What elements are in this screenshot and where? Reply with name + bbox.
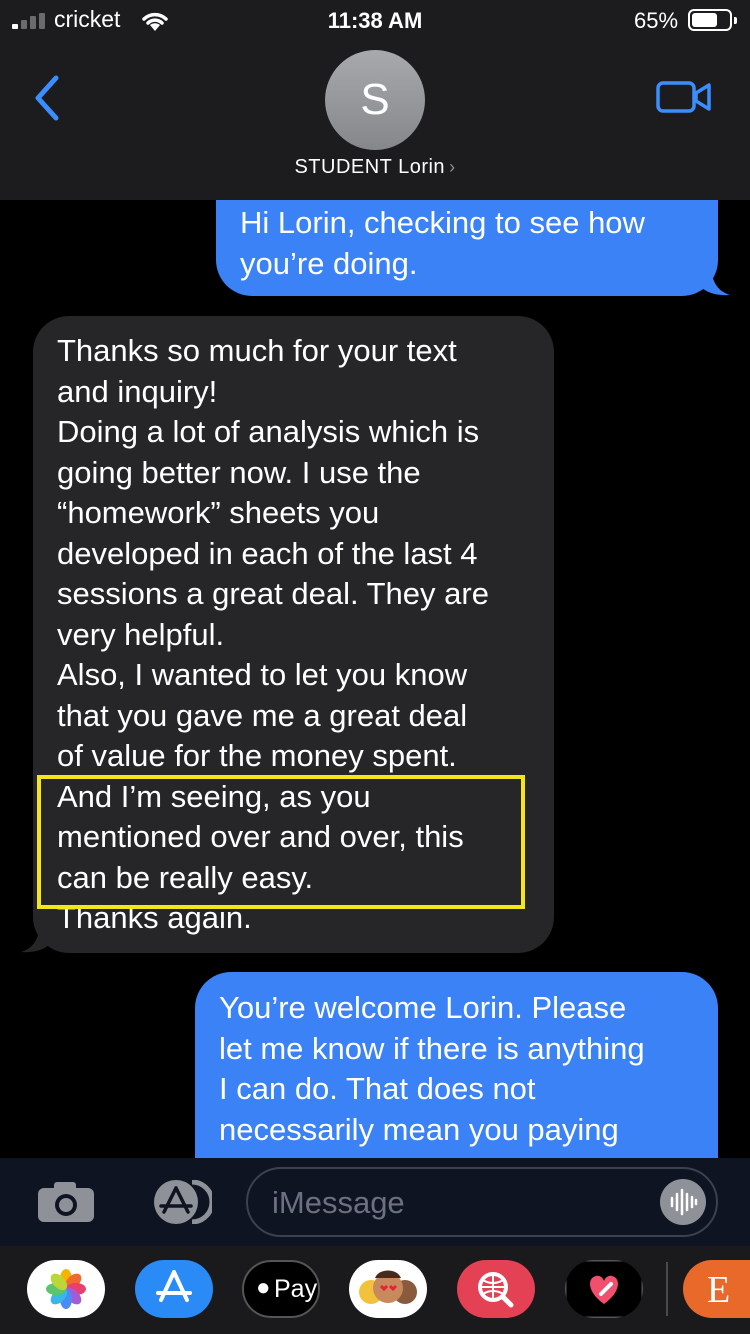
video-call-icon[interactable] xyxy=(656,80,712,114)
input-placeholder: iMessage xyxy=(272,1185,405,1220)
sent-message-bubble[interactable]: You’re welcome Lorin. Please let me know… xyxy=(195,972,718,1162)
bubble-tail xyxy=(21,927,51,953)
back-chevron-icon[interactable] xyxy=(26,72,66,124)
message-line: let me know if there is anything xyxy=(219,1030,645,1066)
contact-name: STUDENT Lorin xyxy=(294,156,446,178)
camera-icon[interactable] xyxy=(36,1180,96,1224)
digital-touch-icon[interactable] xyxy=(565,1260,643,1318)
message-line: necessarily mean you paying xyxy=(219,1111,619,1147)
photos-icon[interactable] xyxy=(27,1260,105,1318)
message-line: Thanks so much for your text xyxy=(57,333,457,368)
message-line: developed in each of the last 4 xyxy=(57,535,478,571)
battery-percent: 65% xyxy=(634,8,679,33)
message-line: going better now. I use the xyxy=(57,454,421,490)
message-line: sessions a great deal. They are xyxy=(57,576,489,611)
avatar-initial: S xyxy=(360,75,390,124)
message-line: of value for the money spent. xyxy=(57,738,457,773)
message-line: you’re doing. xyxy=(240,245,418,281)
apple-pay-label: Pay xyxy=(274,1275,318,1303)
message-line: and inquiry! xyxy=(57,373,218,409)
bubble-tail xyxy=(700,270,730,296)
contact-name-button[interactable]: STUDENT Lorin › xyxy=(0,156,750,179)
message-line: You’re welcome Lorin. Please xyxy=(219,990,627,1025)
message-line: “homework” sheets you xyxy=(57,495,380,530)
message-line: that you gave me a great deal xyxy=(57,697,468,733)
message-line: Doing a lot of analysis which is xyxy=(57,414,480,449)
sent-message-bubble[interactable]: Hi Lorin, checking to see how you’re doi… xyxy=(216,200,730,296)
highlight-box xyxy=(37,775,525,909)
battery-icon xyxy=(688,9,737,31)
status-bar: cricket 11:38 AM 65% xyxy=(0,0,750,42)
message-line: Hi Lorin, checking to see how xyxy=(240,205,645,240)
message-line: I can do. That does not xyxy=(219,1071,536,1106)
app-store-icon[interactable] xyxy=(140,1180,212,1224)
audio-waveform-icon[interactable] xyxy=(660,1179,706,1225)
apple-pay-icon[interactable]: ● Pay xyxy=(242,1260,320,1318)
contact-avatar[interactable]: S xyxy=(325,50,425,150)
web-search-icon[interactable] xyxy=(457,1260,535,1318)
etsy-label: E xyxy=(707,1269,731,1311)
message-line: very helpful. xyxy=(57,616,225,652)
drawer-divider xyxy=(666,1262,668,1316)
etsy-icon[interactable]: E xyxy=(683,1260,750,1318)
apple-logo-icon: ● xyxy=(256,1274,271,1301)
memoji-icon[interactable] xyxy=(349,1260,427,1318)
imessage-input[interactable]: iMessage xyxy=(246,1167,718,1237)
chevron-right-icon: › xyxy=(449,157,456,177)
message-line: Also, I wanted to let you know xyxy=(57,657,468,692)
app-store-icon[interactable] xyxy=(135,1260,213,1318)
